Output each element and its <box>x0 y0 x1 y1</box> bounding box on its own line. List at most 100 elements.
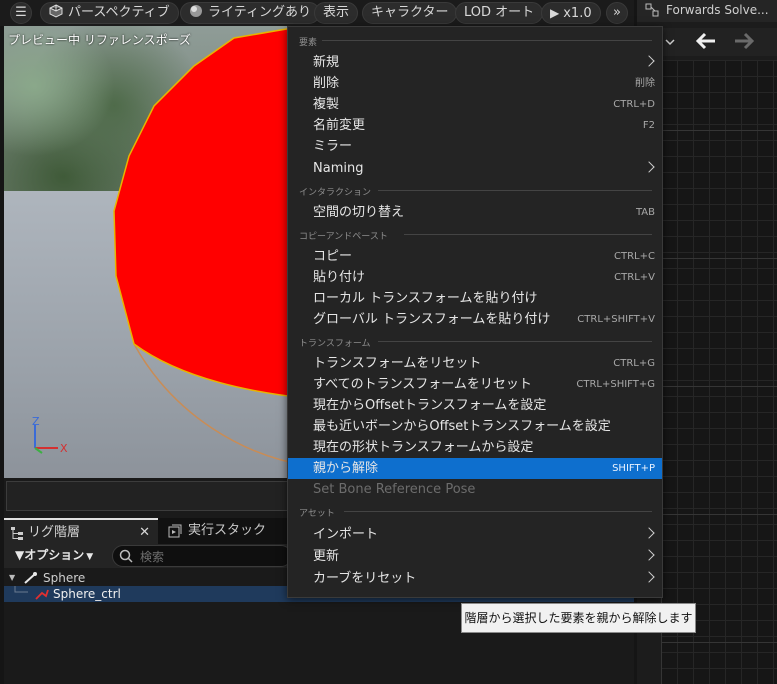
character-label: キャラクター <box>371 5 449 20</box>
forward-arrow-icon[interactable] <box>733 31 755 51</box>
lod-label: LOD オート <box>464 5 535 20</box>
menu-item-shortcut: CTRL+C <box>614 251 655 262</box>
more-options-button[interactable]: » <box>606 2 628 24</box>
menu-item-shortcut: CTRL+SHIFT+V <box>577 314 655 325</box>
menu-item-new[interactable]: 新規 <box>288 52 662 73</box>
menu-item-label: 削除 <box>313 76 340 91</box>
menu-item-label: 現在の形状トランスフォームから設定 <box>313 440 534 455</box>
section-elements: 要素 <box>299 38 318 48</box>
submenu-arrow-icon <box>643 161 655 173</box>
menu-item-shortcut: 削除 <box>635 78 655 89</box>
expand-arrow-icon[interactable]: ▼ <box>9 570 15 586</box>
menu-item-set-from-shape[interactable]: 現在の形状トランスフォームから設定 <box>288 437 662 458</box>
graph-toolbar <box>661 28 777 56</box>
character-button[interactable]: キャラクター <box>362 2 458 24</box>
options-dropdown[interactable]: ▼オプション ▼ <box>15 546 93 563</box>
perspective-label: パースペクティブ <box>68 5 170 20</box>
search-input[interactable] <box>112 545 292 567</box>
submenu-arrow-icon <box>643 55 655 67</box>
section-asset: アセット <box>299 509 335 519</box>
menu-item-reset-curve[interactable]: カーブをリセット <box>288 568 662 589</box>
close-tab-icon[interactable]: ✕ <box>139 520 150 546</box>
menu-item-label: すべてのトランスフォームをリセット <box>313 377 532 392</box>
tree-label-sphere: Sphere <box>43 571 86 585</box>
options-label: オプション <box>24 548 85 562</box>
section-divider <box>322 40 652 41</box>
menu-item-copy[interactable]: コピー CTRL+C <box>288 246 662 267</box>
graph-major-grid <box>661 60 777 684</box>
menu-item-label: 最も近いボーンからOffsetトランスフォームを設定 <box>313 419 611 434</box>
tree-connector <box>14 586 28 593</box>
section-copy-paste: コピーアンドペースト <box>299 232 388 242</box>
menu-item-space-switch[interactable]: 空間の切り替え TAB <box>288 202 662 223</box>
tab-rig-label: リグ階層 <box>28 525 81 540</box>
menu-item-delete[interactable]: 削除 削除 <box>288 73 662 94</box>
section-divider <box>344 511 652 512</box>
back-arrow-icon[interactable] <box>695 31 717 51</box>
menu-item-reset-transform[interactable]: トランスフォームをリセット CTRL+G <box>288 353 662 374</box>
play-speed-label: x1.0 <box>563 6 592 21</box>
lod-button[interactable]: LOD オート <box>455 2 544 24</box>
tab-execution-stack[interactable]: 実行スタック <box>164 518 284 544</box>
tooltip: 階層から選択した要素を親から解除します <box>461 603 696 633</box>
menu-item-shortcut: CTRL+V <box>614 272 655 283</box>
tab-rig-hierarchy[interactable]: リグ階層 ✕ <box>4 518 158 544</box>
menu-icon: ☰ <box>15 5 27 20</box>
menu-item-reset-all-transforms[interactable]: すべてのトランスフォームをリセット CTRL+SHIFT+G <box>288 374 662 395</box>
chevron-down-icon[interactable] <box>664 36 676 48</box>
tab-exec-label: 実行スタック <box>188 523 267 538</box>
section-divider <box>378 341 652 342</box>
menu-item-mirror[interactable]: ミラー <box>288 136 662 157</box>
submenu-arrow-icon <box>643 571 655 583</box>
play-icon: ▶ <box>550 6 560 20</box>
menu-item-unparent[interactable]: 親から解除 SHIFT+P <box>288 458 662 479</box>
viewport-toolbar: ☰ パースペクティブ ライティングあり 表示 キャラクター LOD オート ▶ x… <box>0 0 634 26</box>
show-button[interactable]: 表示 <box>314 2 359 24</box>
graph-tab-title[interactable]: Forwards Solve... <box>666 3 769 17</box>
submenu-arrow-icon <box>643 549 655 561</box>
caret-down-icon: ▼ <box>86 552 94 562</box>
menu-item-label: グローバル トランスフォームを貼り付け <box>313 312 551 327</box>
menu-item-label: 現在からOffsetトランスフォームを設定 <box>313 398 547 413</box>
menu-item-import[interactable]: インポート <box>288 524 662 545</box>
lighting-label: ライティングあり <box>208 5 311 20</box>
menu-item-label: コピー <box>313 249 353 264</box>
menu-item-label: 更新 <box>313 549 340 564</box>
menu-item-rename[interactable]: 名前変更 F2 <box>288 115 662 136</box>
menu-item-offset-from-current[interactable]: 現在からOffsetトランスフォームを設定 <box>288 395 662 416</box>
play-speed-button[interactable]: ▶ x1.0 <box>541 2 601 24</box>
hamburger-menu-button[interactable]: ☰ <box>10 2 32 24</box>
perspective-button[interactable]: パースペクティブ <box>40 2 179 24</box>
menu-item-label: ミラー <box>313 139 353 154</box>
tree-label-sphere-ctrl: Sphere_ctrl <box>53 587 121 601</box>
menu-item-paste[interactable]: 貼り付け CTRL+V <box>288 267 662 288</box>
menu-item-update[interactable]: 更新 <box>288 546 662 567</box>
menu-item-label: カーブをリセット <box>313 571 417 586</box>
menu-item-shortcut: TAB <box>635 207 655 218</box>
menu-item-label: 複製 <box>313 97 340 112</box>
menu-item-label: 名前変更 <box>313 118 366 133</box>
section-divider <box>378 190 652 191</box>
menu-item-paste-local[interactable]: ローカル トランスフォームを貼り付け <box>288 288 662 309</box>
double-chevron-right-icon: » <box>613 5 621 20</box>
menu-item-set-bone-reference-pose: Set Bone Reference Pose <box>288 479 662 500</box>
axis-x-label: X <box>60 442 68 455</box>
menu-item-label: 新規 <box>313 55 340 70</box>
show-label: 表示 <box>323 5 350 20</box>
menu-item-label: 空間の切り替え <box>313 205 405 220</box>
hierarchy-icon <box>11 527 23 540</box>
section-interaction: インタラクション <box>299 188 372 198</box>
menu-item-shortcut: CTRL+SHIFT+G <box>576 379 655 390</box>
lighting-button[interactable]: ライティングあり <box>180 2 320 24</box>
search-icon <box>119 549 133 563</box>
menu-item-duplicate[interactable]: 複製 CTRL+D <box>288 94 662 115</box>
menu-item-shortcut: CTRL+G <box>613 358 655 369</box>
menu-item-label: ローカル トランスフォームを貼り付け <box>313 291 538 306</box>
filter-icon: ▼ <box>15 548 25 562</box>
menu-item-paste-global[interactable]: グローバル トランスフォームを貼り付け CTRL+SHIFT+V <box>288 309 662 330</box>
control-icon <box>35 589 49 600</box>
menu-item-offset-from-nearest-bone[interactable]: 最も近いボーンからOffsetトランスフォームを設定 <box>288 416 662 437</box>
menu-item-label: インポート <box>313 527 379 542</box>
menu-item-naming[interactable]: Naming <box>288 158 662 179</box>
cube-icon <box>49 4 63 18</box>
